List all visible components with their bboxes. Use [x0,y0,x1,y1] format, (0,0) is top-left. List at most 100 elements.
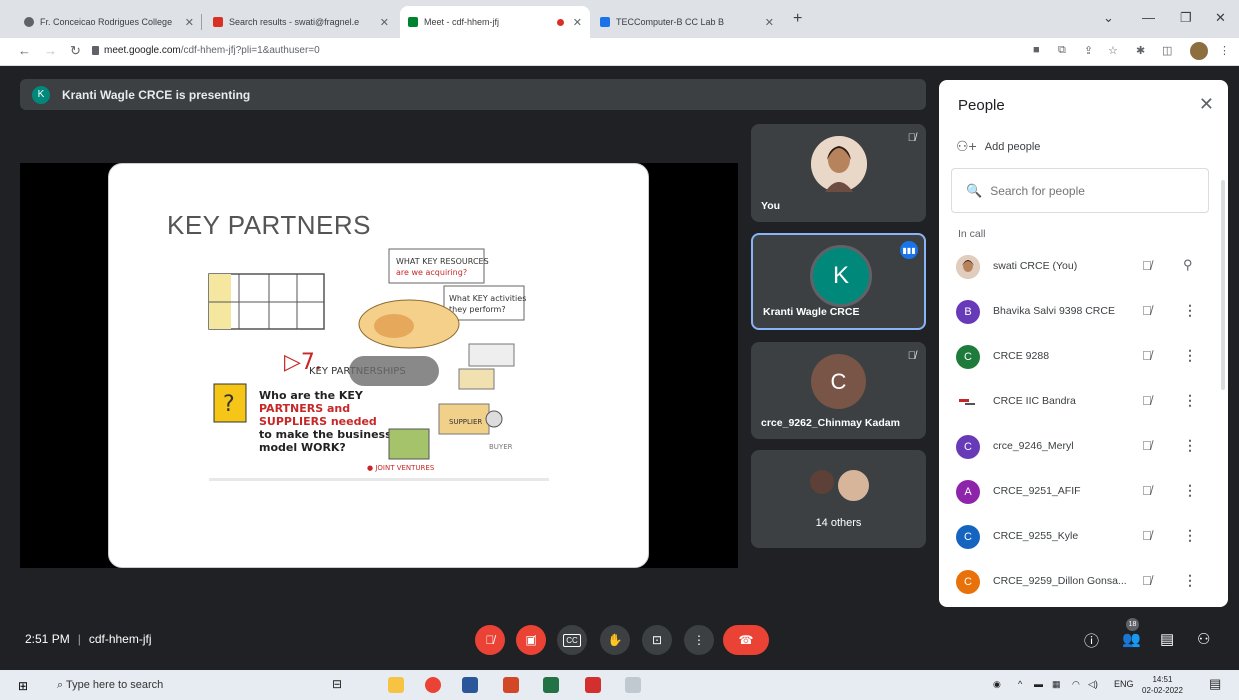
more-options-icon[interactable]: ⋮ [1183,482,1197,499]
chinmay-avatar: C [811,354,866,409]
more-options-icon[interactable]: ⋮ [1183,572,1197,589]
people-scrollbar[interactable] [1221,180,1225,390]
more-options-icon[interactable]: ⋮ [1183,302,1197,319]
notifications-icon[interactable]: ▤ [1209,676,1221,692]
close-tab-icon[interactable]: ✕ [185,16,194,29]
list-item[interactable]: swati CRCE (You) 🎙̸ ⚲ [939,245,1228,290]
avatar: C [956,345,980,369]
svg-text:WHAT KEY RESOURCES: WHAT KEY RESOURCES [396,257,489,266]
profile-avatar[interactable] [1190,42,1208,60]
mic-toggle-button[interactable]: 🎙̸ [475,625,505,655]
search-input[interactable] [990,183,1191,198]
close-tab-icon[interactable]: ✕ [573,16,582,29]
language-indicator[interactable]: ENG [1114,679,1134,689]
tab-college[interactable]: Fr. Conceicao Rodrigues College ✕ [16,6,202,38]
share-icon[interactable]: ⇪ [1084,44,1093,57]
list-item[interactable]: A CRCE_9251_AFIF 🎙̸ ⋮ [939,470,1228,515]
leave-call-button[interactable]: ☎ [723,625,769,655]
tile-you[interactable]: 🎙̸ You [751,124,926,222]
raise-hand-button[interactable]: ✋ [600,625,630,655]
task-view-icon[interactable]: ⊟ [332,677,342,691]
close-tab-icon[interactable]: ✕ [380,16,389,29]
side-panel-icon[interactable]: ◫ [1162,44,1172,57]
captions-button[interactable]: CC [557,625,587,655]
close-tab-icon[interactable]: ✕ [765,16,774,29]
add-people-button[interactable]: ⚇+ Add people [956,138,1040,155]
more-options-icon[interactable]: ⋮ [1183,392,1197,409]
chrome-icon[interactable] [425,677,441,693]
forward-icon[interactable]: → [44,43,57,58]
list-item[interactable]: C CRCE_9255_Kyle 🎙̸ ⋮ [939,515,1228,560]
new-tab-icon[interactable]: + [793,10,802,28]
people-search[interactable]: 🔍 [951,168,1209,213]
tab-search-icon[interactable]: ⌄ [1103,10,1114,26]
minimize-icon[interactable]: — [1142,10,1155,25]
svg-text:SUPPLIER: SUPPLIER [449,418,482,426]
extensions-icon[interactable]: ✱ [1136,44,1145,57]
back-icon[interactable]: ← [18,43,31,58]
taskbar-search[interactable]: ⌕ Type here to search [57,679,163,692]
list-item[interactable]: C crce_9246_Meryl 🎙̸ ⋮ [939,425,1228,470]
svg-text:they perform?: they perform? [449,305,506,314]
powerpoint-icon[interactable] [503,677,519,693]
tile-chinmay-kadam[interactable]: C 🎙̸ crce_9262_Chinmay Kadam [751,342,926,439]
participant-count-badge: 18 [1126,618,1139,631]
more-options-icon[interactable]: ⋮ [1183,437,1197,454]
close-icon[interactable]: ✕ [1199,94,1214,115]
chrome-menu-icon[interactable]: ⋮ [1219,44,1230,57]
url-field[interactable]: meet.google.com/cdf-hhem-jfj?pli=1&authu… [104,45,320,56]
slide-underline [209,478,549,481]
tab-gmail[interactable]: Search results - swati@fragnel.e ✕ [205,6,397,38]
chat-icon[interactable]: ▤ [1160,630,1174,648]
meeting-details-icon[interactable]: ⓘ [1084,630,1099,651]
windows-start-icon[interactable]: ⊞ [18,679,28,693]
paint-icon[interactable] [625,677,641,693]
camera-indicator-icon[interactable]: ■ [1033,44,1040,56]
bookmark-star-icon[interactable]: ☆ [1108,44,1118,57]
mic-off-icon: 🎙̸ [1142,348,1152,363]
system-clock[interactable]: 14:51 02-02-2022 [1142,674,1183,696]
battery-icon[interactable]: ▬ [1034,679,1043,689]
tray-chevron-icon[interactable]: ^ [1018,679,1022,689]
camera-toggle-button[interactable]: ▣̸ [516,625,546,655]
file-explorer-icon[interactable] [388,677,404,693]
activities-icon[interactable]: ⚇ [1197,630,1210,648]
display-icon[interactable]: ▦ [1052,679,1061,690]
mic-off-icon: 🎙̸ [907,350,916,362]
word-icon[interactable] [462,677,478,693]
present-button[interactable]: ⊡ [642,625,672,655]
list-item[interactable]: C CRCE_9259_Dillon Gonsa... 🎙̸ ⋮ [939,560,1228,605]
tile-kranti-wagle[interactable]: K ▮▮▮ Kranti Wagle CRCE [751,233,926,330]
list-item[interactable]: B Bhavika Salvi 9398 CRCE 🎙̸ ⋮ [939,290,1228,335]
svg-text:SUPPLIERS needed: SUPPLIERS needed [259,415,377,428]
presenter-avatar: K [32,85,50,104]
network-status-icon[interactable]: ◉ [993,679,1001,690]
volume-icon[interactable]: ◁) [1088,679,1098,690]
avatar [956,255,980,279]
more-options-button[interactable]: ⋮ [684,625,714,655]
people-panel: People ✕ ⚇+ Add people 🔍 In call swati C… [939,80,1228,607]
pin-icon[interactable]: ⚲ [1183,257,1193,273]
more-options-icon[interactable]: ⋮ [1183,527,1197,544]
maximize-icon[interactable]: ❐ [1180,10,1192,26]
tab-classroom[interactable]: TECComputer-B CC Lab B ✕ [592,6,782,38]
more-options-icon[interactable]: ⋮ [1183,347,1197,364]
reload-icon[interactable]: ↻ [70,43,81,59]
svg-text:to make the business: to make the business [259,428,392,441]
install-icon[interactable]: ⧉ [1058,44,1066,57]
wifi-icon[interactable]: ◠ [1072,679,1080,690]
tab-meet[interactable]: Meet - cdf-hhem-jfj ✕ [400,6,590,38]
tile-others[interactable]: 14 others [751,450,926,548]
meeting-code: cdf-hhem-jfj [88,632,152,646]
others-avatar-2 [836,468,871,503]
meeting-control-bar: 2:51 PM | cdf-hhem-jfj 🎙̸ ▣̸ CC ✋ ⊡ ⋮ ☎ ⓘ … [0,607,1239,670]
list-item[interactable]: CRCE IIC Bandra 🎙̸ ⋮ [939,380,1228,425]
close-window-icon[interactable]: ✕ [1215,10,1226,26]
people-icon[interactable]: 👥 [1122,630,1141,648]
acrobat-icon[interactable] [585,677,601,693]
presenting-text: Kranti Wagle CRCE is presenting [62,87,251,102]
key-partners-illustration-icon: WHAT KEY RESOURCES are we acquiring? Wha… [208,248,526,472]
in-call-label: In call [958,228,986,240]
list-item[interactable]: C CRCE 9288 🎙̸ ⋮ [939,335,1228,380]
excel-icon[interactable] [543,677,559,693]
